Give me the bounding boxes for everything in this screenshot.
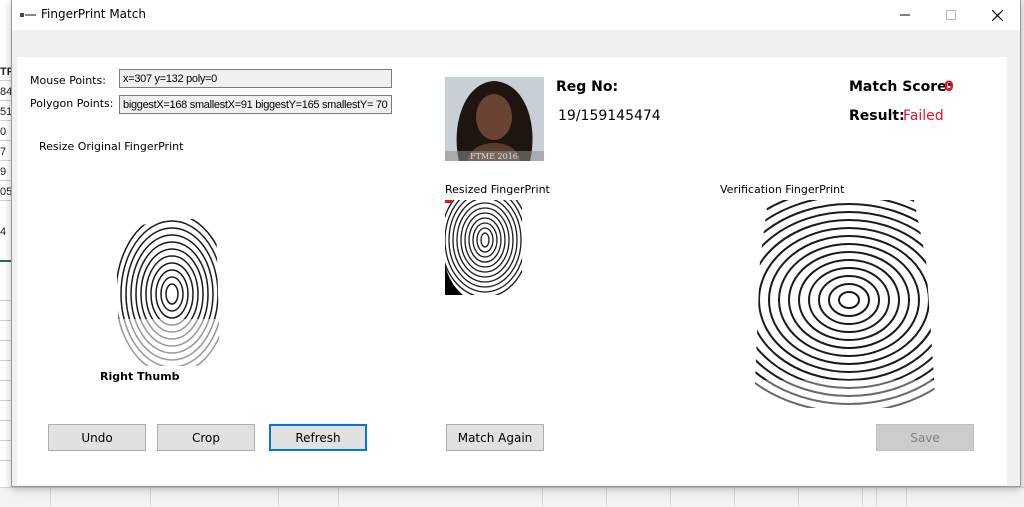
title-bar[interactable]: FingerPrint Match (12, 0, 1020, 30)
fingerprint-match-window: FingerPrint Match Mouse Points: x=307 y=… (11, 0, 1021, 487)
minimize-icon (900, 14, 910, 16)
sheet-gridline (278, 487, 279, 506)
close-icon (991, 9, 1003, 21)
result-label: Result: (849, 108, 905, 124)
verification-fingerprint-image (754, 200, 939, 408)
sheet-cell[interactable]: 7 (0, 146, 11, 158)
minimize-button[interactable] (882, 0, 928, 30)
app-icon (20, 13, 36, 17)
sheet-bottom-row (0, 487, 1024, 507)
sheet-gridline (606, 487, 607, 506)
crop-button[interactable]: Crop (157, 424, 255, 451)
undo-button[interactable]: Undo (48, 424, 146, 451)
sheet-gridline (670, 487, 671, 506)
sheet-cell[interactable]: 05 (0, 186, 11, 198)
maximize-button[interactable] (928, 0, 974, 30)
match-again-button[interactable]: Match Again (446, 424, 544, 451)
sheet-cell[interactable]: 0 (0, 126, 11, 138)
sheet-gridline (338, 487, 339, 506)
mouse-points-field[interactable]: x=307 y=132 poly=0 (119, 69, 392, 88)
resize-original-label: Resize Original FingerPrint (39, 140, 184, 153)
photo-watermark: FTME 2016 (470, 152, 518, 161)
selected-cell-border (0, 260, 11, 262)
refresh-button[interactable]: Refresh (269, 424, 367, 451)
main-content: Mouse Points: x=307 y=132 poly=0 Polygon… (17, 57, 1007, 485)
student-photo: FTME 2016 (445, 77, 544, 161)
sheet-gridline (150, 487, 151, 506)
sheet-gridline (798, 487, 799, 506)
verification-fingerprint-label: Verification FingerPrint (720, 183, 845, 196)
window-title: FingerPrint Match (41, 7, 146, 21)
mouse-points-label: Mouse Points: (30, 74, 106, 87)
polygon-points-label: Polygon Points: (30, 97, 114, 110)
sheet-gridline (734, 487, 735, 506)
sheet-gridline (906, 487, 907, 506)
result-value: Failed (903, 108, 944, 124)
maximize-icon (946, 10, 956, 20)
match-score-label: Match Score: (849, 79, 953, 95)
reg-no-label: Reg No: (556, 79, 619, 95)
sheet-cell[interactable]: 84 (0, 86, 11, 98)
close-button[interactable] (974, 0, 1020, 30)
sheet-gridline (542, 487, 543, 506)
match-score-value: 0 (944, 79, 954, 95)
resized-fingerprint-image (445, 200, 522, 295)
sheet-gridline (862, 487, 863, 506)
save-button[interactable]: Save (876, 424, 974, 451)
polygon-points-field[interactable]: biggestX=168 smallestX=91 biggestY=165 s… (119, 95, 392, 114)
sheet-cell[interactable]: 4 (0, 226, 11, 238)
sheet-gridline (876, 487, 877, 506)
sheet-gridline (50, 487, 51, 506)
sheet-cell[interactable]: TF (0, 66, 11, 78)
resized-fingerprint-label: Resized FingerPrint (445, 183, 550, 196)
right-thumb-label: Right Thumb (100, 370, 180, 383)
sheet-cell[interactable]: 9 (0, 166, 11, 178)
sheet-cell[interactable]: 51 (0, 106, 11, 118)
original-fingerprint-image[interactable] (112, 219, 232, 366)
reg-no-value: 19/159145474 (558, 108, 661, 124)
